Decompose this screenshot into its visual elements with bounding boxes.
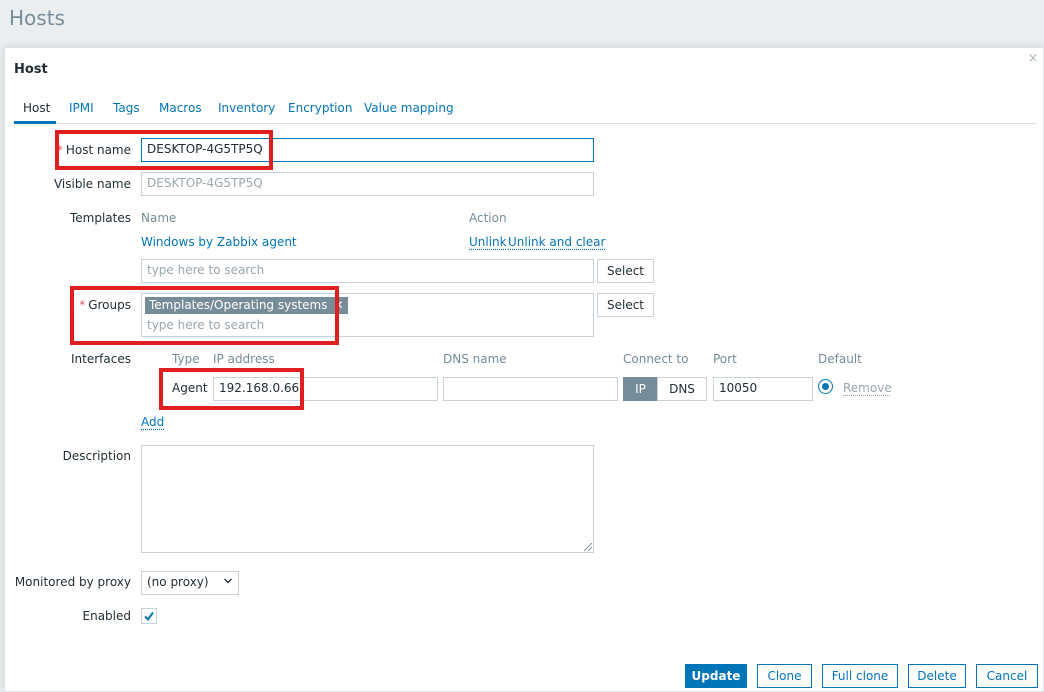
chevron-down-icon <box>224 578 232 584</box>
iface-col-type: Type <box>172 352 200 366</box>
highlight-interface <box>159 368 304 410</box>
templates-select-button[interactable]: Select <box>597 259 654 283</box>
tab-tags[interactable]: Tags <box>113 98 140 124</box>
iface-col-port: Port <box>713 352 737 366</box>
visible-name-input[interactable]: DESKTOP-4G5TP5Q <box>141 172 594 196</box>
tab-value-mapping[interactable]: Value mapping <box>364 98 454 124</box>
connect-dns-button[interactable]: DNS <box>657 377 707 401</box>
full-clone-button[interactable]: Full clone <box>822 664 898 688</box>
iface-dns-input[interactable] <box>443 377 618 401</box>
tab-bar: Host IPMI Tags Macros Inventory Encrypti… <box>14 98 1037 124</box>
unlink-link[interactable]: Unlink <box>469 235 507 249</box>
templates-label: Templates <box>69 211 131 225</box>
highlight-groups <box>70 286 339 345</box>
highlight-host-name <box>55 130 273 170</box>
unlink-and-clear-link[interactable]: Unlink and clear <box>508 235 605 249</box>
checkmark-icon <box>144 611 154 622</box>
templates-col-action: Action <box>469 211 507 225</box>
iface-col-default: Default <box>818 352 862 366</box>
templates-col-name: Name <box>141 211 177 225</box>
interfaces-label: Interfaces <box>71 352 131 366</box>
close-icon[interactable]: × <box>1027 52 1039 65</box>
tab-encryption[interactable]: Encryption <box>288 98 352 124</box>
enabled-checkbox[interactable] <box>141 608 157 624</box>
cancel-button[interactable]: Cancel <box>976 664 1038 688</box>
enabled-label: Enabled <box>82 609 132 623</box>
tab-host[interactable]: Host <box>14 98 56 124</box>
iface-col-dns: DNS name <box>443 352 507 366</box>
iface-col-connect: Connect to <box>623 352 689 366</box>
iface-col-ip: IP address <box>213 352 275 366</box>
dialog-title: Host <box>14 62 48 77</box>
default-radio[interactable] <box>818 379 833 394</box>
add-interface-link[interactable]: Add <box>141 415 164 429</box>
groups-select-button[interactable]: Select <box>597 293 654 317</box>
visible-name-label: Visible name <box>53 177 131 191</box>
clone-button[interactable]: Clone <box>757 664 812 688</box>
proxy-select[interactable]: (no proxy) <box>141 571 239 595</box>
connect-ip-button[interactable]: IP <box>623 377 658 401</box>
iface-port-input[interactable]: 10050 <box>713 377 813 401</box>
tab-macros[interactable]: Macros <box>159 98 202 124</box>
host-dialog: Host × Host IPMI Tags Macros Inventory E… <box>4 47 1044 692</box>
update-button[interactable]: Update <box>685 664 747 688</box>
delete-button[interactable]: Delete <box>908 664 966 688</box>
remove-interface-link[interactable]: Remove <box>843 381 892 395</box>
page-title: Hosts <box>9 6 65 30</box>
description-textarea[interactable] <box>141 445 594 553</box>
proxy-label: Monitored by proxy <box>14 575 131 589</box>
resize-handle-icon[interactable] <box>584 543 592 551</box>
description-label: Description <box>62 449 131 463</box>
template-link-windows[interactable]: Windows by Zabbix agent <box>141 235 297 249</box>
templates-search-input[interactable]: type here to search <box>141 259 594 283</box>
tab-ipmi[interactable]: IPMI <box>69 98 94 124</box>
tab-inventory[interactable]: Inventory <box>218 98 275 124</box>
